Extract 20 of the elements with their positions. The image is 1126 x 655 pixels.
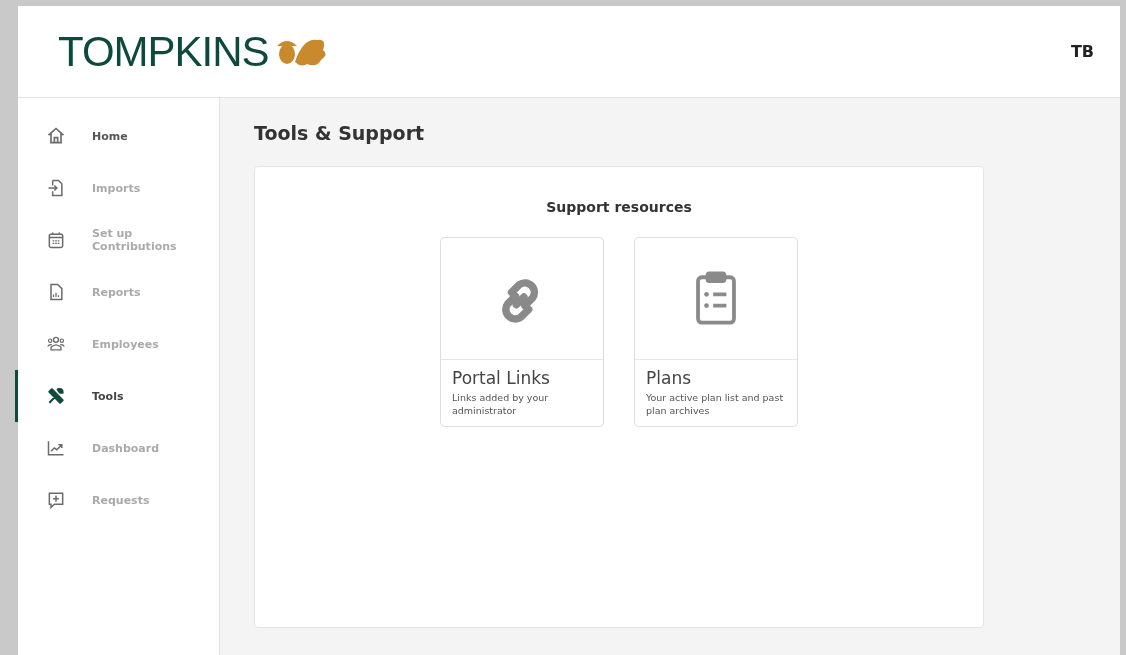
sidebar-item[interactable]: Requests xyxy=(15,474,219,526)
nav-icon xyxy=(46,178,66,198)
page-title: Tools & Support xyxy=(254,122,426,144)
sidebar-item[interactable]: Employees xyxy=(15,318,219,370)
resource-tile[interactable]: Portal Links Links added by your administrator xyxy=(440,237,604,427)
section-title: Support resources xyxy=(546,199,692,215)
sidebar-item[interactable]: Dashboard xyxy=(15,422,219,474)
nav-icon xyxy=(46,490,66,510)
nav-icon xyxy=(46,126,66,146)
resource-tile[interactable]: Plans Your active plan list and past plan archives xyxy=(634,237,798,427)
nav-icon xyxy=(46,230,66,250)
nav-icon xyxy=(46,438,66,458)
sidebar-item[interactable]: Set up Contributions xyxy=(15,214,219,266)
sidebar-item[interactable]: Imports xyxy=(15,162,219,214)
logo: TOMPKINS xyxy=(58,27,269,76)
nav-icon xyxy=(46,386,66,406)
nav-icon xyxy=(46,334,66,354)
sidebar-item[interactable]: Home xyxy=(15,110,219,162)
user-initials[interactable]: TB xyxy=(1070,42,1094,61)
sidebar-item[interactable]: Reports xyxy=(15,266,219,318)
